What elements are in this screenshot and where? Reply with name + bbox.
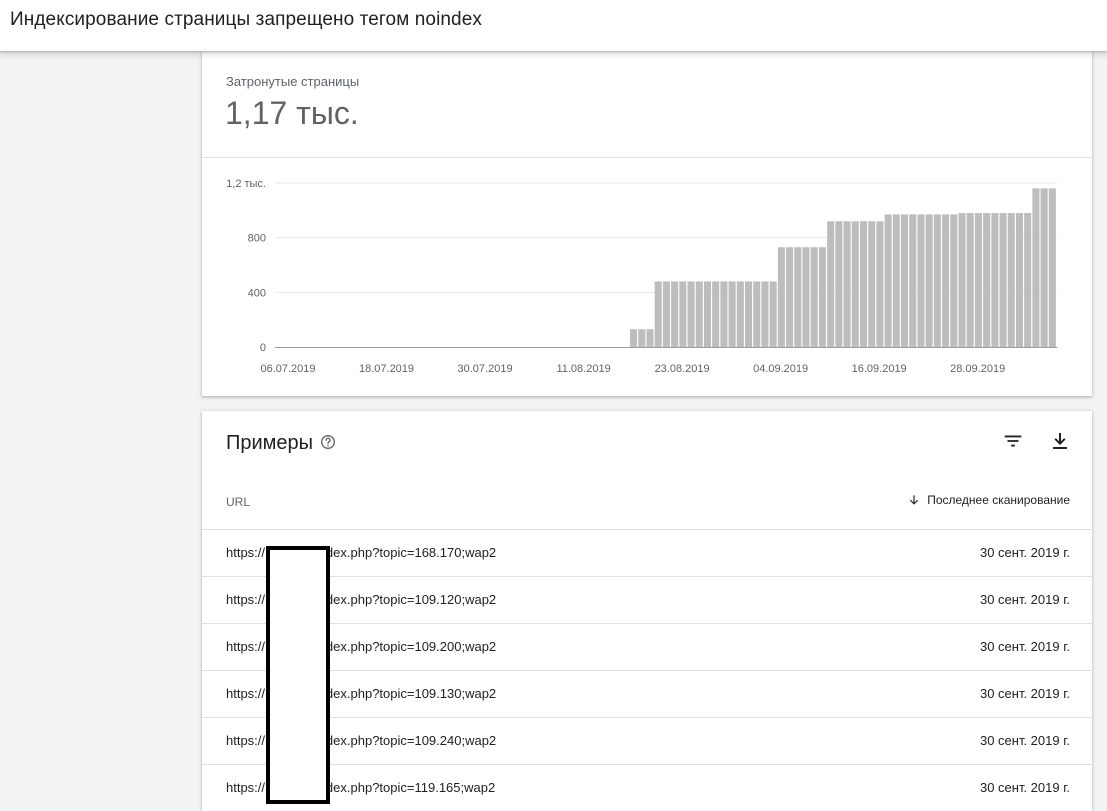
chart-bar [1015, 213, 1024, 347]
chart-bar [769, 281, 777, 347]
chart-bar [736, 281, 744, 347]
chart-bar [786, 247, 794, 347]
chart-bar [942, 214, 950, 347]
chart-bar [1040, 188, 1048, 347]
y-tick-label: 1,2 тыс. [226, 178, 266, 190]
chart-bar [991, 213, 999, 347]
x-tick-label: 30.07.2019 [458, 363, 513, 375]
chart-bar [703, 281, 712, 347]
x-tick-label: 04.09.2019 [753, 363, 808, 375]
column-header-last-crawl-label: Последнее сканирование [927, 493, 1070, 507]
chart-bar [901, 214, 909, 347]
table-row[interactable]: https://.ru/index.php?topic=109.130;wap2… [202, 670, 1092, 717]
chart-bar [777, 247, 785, 347]
chart-bar [884, 214, 892, 347]
table-row[interactable]: https://.ru/index.php?topic=168.170;wap2… [202, 529, 1092, 576]
chart-bar [810, 247, 818, 347]
chart-bar [1048, 188, 1056, 347]
arrow-down-icon [910, 495, 919, 505]
chart-bar [720, 281, 728, 347]
table-row[interactable]: https://.ru/index.php?topic=109.120;wap2… [202, 576, 1092, 623]
help-circle-icon[interactable] [320, 434, 336, 450]
chart-bar [827, 221, 835, 347]
row-date: 30 сент. 2019 г. [979, 639, 1070, 654]
chart-bar [802, 247, 810, 347]
chart-bar [983, 213, 991, 347]
chart-bar [876, 221, 884, 347]
x-tick-label: 16.09.2019 [852, 363, 907, 375]
table-row[interactable]: https://.ru/index.php?topic=109.240;wap2… [202, 717, 1092, 764]
chart-bar [859, 221, 868, 347]
examples-table: https://.ru/index.php?topic=168.170;wap2… [202, 529, 1092, 811]
chart-bar [761, 281, 769, 347]
y-tick-label: 0 [260, 342, 266, 354]
chart-bar [966, 213, 974, 347]
chart-bar [933, 214, 941, 347]
page-title: Индексирование страницы запрещено тегом … [10, 9, 482, 30]
x-tick-label: 06.07.2019 [260, 363, 315, 375]
redaction-box [266, 546, 330, 804]
chart-bar [917, 214, 925, 347]
row-date: 30 сент. 2019 г. [979, 686, 1070, 701]
examples-title: Примеры [226, 432, 314, 454]
top-bar: Индексирование страницы запрещено тегом … [0, 0, 1107, 51]
x-tick-label: 11.08.2019 [556, 363, 610, 375]
chart-bar [687, 281, 695, 347]
chart-bar [892, 214, 900, 347]
column-header-url[interactable]: URL [226, 495, 250, 509]
chart-bar [745, 281, 753, 347]
table-row[interactable]: https://.ru/index.php?topic=109.200;wap2… [202, 623, 1092, 670]
chart-bar [843, 221, 851, 347]
filter-icon[interactable] [1002, 430, 1024, 452]
chart-bar [630, 329, 638, 347]
affected-pages-value: 1,17 тыс. [225, 95, 359, 131]
chart-bar [671, 281, 679, 347]
affected-pages-label: Затронутые страницы [226, 74, 360, 89]
chart-bar [1007, 213, 1015, 347]
chart-bar [794, 247, 802, 347]
x-tick-label: 28.09.2019 [950, 363, 1005, 375]
chart-bar [950, 214, 958, 347]
chart-bar [728, 281, 736, 347]
chart-bar [753, 281, 761, 347]
chart-bar [638, 329, 646, 347]
y-tick-label: 800 [248, 233, 266, 245]
chart-bar [851, 221, 859, 347]
row-date: 30 сент. 2019 г. [979, 780, 1070, 795]
download-icon[interactable] [1048, 429, 1072, 453]
chart-bar [695, 281, 703, 347]
chart-bar [999, 213, 1007, 347]
chart-bar [1024, 213, 1032, 347]
chart-bar [974, 213, 982, 347]
examples-card: Примеры URL Последнее сканирование https… [202, 411, 1092, 811]
chart-bar [958, 213, 966, 347]
chart-bar [646, 329, 654, 347]
row-date: 30 сент. 2019 г. [979, 592, 1070, 607]
column-header-last-crawl[interactable]: Последнее сканирование [907, 493, 1070, 507]
chart-bar [925, 214, 933, 347]
row-date: 30 сент. 2019 г. [979, 733, 1070, 748]
chart-bar [835, 221, 843, 347]
chart-bar [679, 281, 687, 347]
chart-bar [712, 281, 720, 347]
x-tick-label: 23.08.2019 [655, 363, 710, 375]
chart-bar [654, 281, 662, 347]
chart-bar [909, 214, 917, 347]
y-tick-label: 400 [248, 287, 266, 299]
row-date: 30 сент. 2019 г. [979, 545, 1070, 560]
chart-bar [868, 221, 876, 347]
chart-bar [662, 281, 670, 347]
affected-pages-chart[interactable]: 0 400 800 1,2 тыс. 06.07.2019 18.07.2019 30.07… [202, 158, 1092, 396]
x-tick-label: 18.07.2019 [359, 363, 414, 375]
table-row[interactable]: https://.ru/index.php?topic=119.165;wap2… [202, 764, 1092, 811]
chart-bar [1032, 188, 1040, 347]
summary-card: Затронутые страницы 1,17 тыс. 0 400 800 1,2… [202, 51, 1092, 396]
chart-bar [818, 247, 826, 347]
